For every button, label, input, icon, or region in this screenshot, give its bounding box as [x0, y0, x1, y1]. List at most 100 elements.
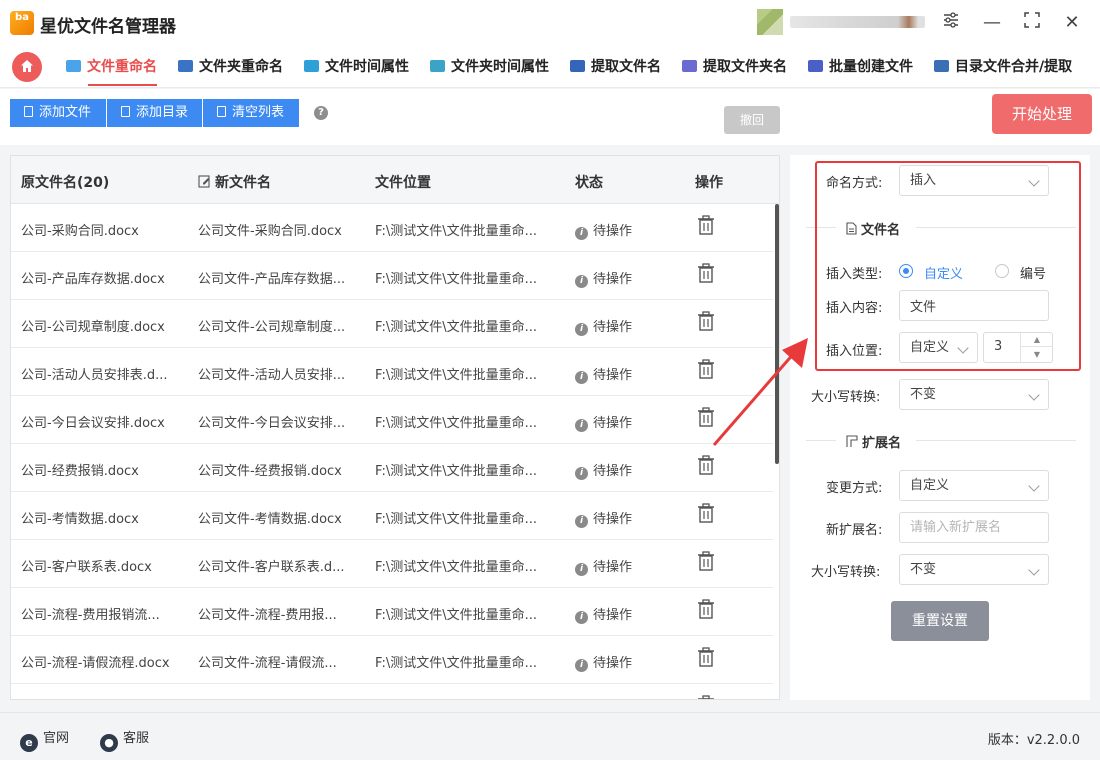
- edit-icon: [198, 175, 210, 188]
- delete-row-icon[interactable]: [697, 263, 715, 283]
- original-name-cell: 公司-流程-请假流程.docx: [21, 656, 170, 671]
- file-icon: [24, 106, 33, 117]
- website-link[interactable]: e 官网: [20, 727, 69, 752]
- clear-list-button[interactable]: 清空列表: [203, 99, 299, 127]
- change-mode-select[interactable]: 自定义: [899, 470, 1049, 501]
- table-row[interactable]: 公司-经费报销.docx 公司文件-经费报销.docx F:\测试文件\文件批量重命…: [11, 444, 773, 492]
- delete-row-icon[interactable]: [697, 695, 715, 699]
- info-icon: i: [575, 419, 588, 432]
- insert-content-input[interactable]: [899, 290, 1049, 321]
- support-link[interactable]: ● 客服: [100, 727, 149, 752]
- trash-icon: [217, 106, 226, 117]
- new-extension-input[interactable]: [899, 512, 1049, 543]
- chevron-down-icon: [957, 342, 969, 354]
- original-name-cell: 公司-今日会议安排.docx: [21, 416, 165, 431]
- case-convert-select[interactable]: 不变: [899, 379, 1049, 410]
- extension-section-title: 扩展名: [846, 432, 901, 451]
- info-icon: i: [575, 227, 588, 240]
- reset-settings-button[interactable]: 重置设置: [891, 601, 989, 641]
- footer: e 官网 ● 客服 版本：v2.2.0.0: [0, 712, 1100, 760]
- col-operation: 操作: [695, 175, 723, 191]
- app-logo-icon: ba: [10, 11, 34, 35]
- insert-type-custom-label[interactable]: 自定义: [924, 263, 963, 282]
- add-directory-button[interactable]: 添加目录: [107, 99, 202, 127]
- case-convert-label: 大小写转换:: [811, 390, 881, 405]
- title-bar: ba 星优文件名管理器 — ✕: [0, 0, 1100, 46]
- new-extension-label: 新扩展名:: [826, 523, 883, 538]
- naming-mode-select[interactable]: 插入: [899, 165, 1049, 196]
- stepper-down-icon[interactable]: ▼: [1021, 348, 1053, 362]
- tab-folder-rename[interactable]: 文件夹重命名: [178, 56, 283, 80]
- info-icon: i: [575, 611, 588, 624]
- extension-icon: [846, 435, 858, 447]
- location-cell: F:\测试文件\文件批量重命...: [375, 368, 538, 383]
- home-button[interactable]: [12, 52, 42, 82]
- divider: [806, 227, 836, 228]
- start-processing-button[interactable]: 开始处理: [992, 94, 1092, 134]
- info-icon: i: [575, 275, 588, 288]
- status-cell: i 待操作: [575, 316, 675, 336]
- table-row[interactable]: 公司-采购合同.docx 公司文件-采购合同.docx F:\测试文件\文件批量重命…: [11, 204, 773, 252]
- insert-position-select[interactable]: 自定义: [899, 332, 978, 363]
- tab-file-rename[interactable]: 文件重命名: [66, 56, 157, 86]
- col-location: 文件位置: [375, 175, 431, 191]
- table-row[interactable]: 公司-流程-请假流程.docx 公司文件-流程-请假流... F:\测试文件\文件批…: [11, 636, 773, 684]
- nav-bar: 文件重命名 文件夹重命名 文件时间属性 文件夹时间属性 提取文件名 提取文件夹名…: [0, 46, 1100, 88]
- tab-extract-filename[interactable]: 提取文件名: [570, 56, 661, 80]
- location-cell: F:\测试文件\文件批量重命...: [375, 560, 538, 575]
- tab-batch-create[interactable]: 批量创建文件: [808, 56, 913, 80]
- divider: [916, 227, 1076, 228]
- table-row[interactable]: 公司-产品库存数据.docx 公司文件-产品库存数据... F:\测试文件\文件批量…: [11, 252, 773, 300]
- insert-position-number: 3: [994, 339, 1003, 354]
- table-row[interactable]: 公司-流程-费用报销流... 公司文件-流程-费用报... F:\测试文件\文件批量…: [11, 588, 773, 636]
- tab-file-time[interactable]: 文件时间属性: [304, 56, 409, 80]
- new-name-cell: 公司文件-公司规章制度...: [198, 320, 346, 335]
- toolbar: 添加文件 添加目录 清空列表 ? 撤回 开始处理: [0, 89, 1100, 145]
- delete-row-icon[interactable]: [697, 599, 715, 619]
- settings-icon[interactable]: [938, 10, 964, 36]
- delete-row-icon[interactable]: [697, 215, 715, 235]
- file-time-icon: [304, 60, 319, 72]
- new-name-cell: 公司文件-今日会议安排...: [198, 416, 346, 431]
- info-icon: i: [575, 659, 588, 672]
- help-icon[interactable]: ?: [314, 106, 328, 120]
- filename-section-title: 文件名: [846, 219, 900, 238]
- location-cell: F:\测试文件\文件批量重命...: [375, 608, 538, 623]
- table-row[interactable]: 公司-公司规章制度.docx 公司文件-公司规章制度... F:\测试文件\文件批量…: [11, 300, 773, 348]
- ext-case-convert-select[interactable]: 不变: [899, 554, 1049, 585]
- insert-type-number-radio[interactable]: [995, 264, 1009, 278]
- version-text: 版本：v2.2.0.0: [987, 733, 1080, 748]
- folder-icon: [121, 106, 130, 117]
- user-avatar[interactable]: [757, 9, 783, 35]
- table-row[interactable]: 公司-客户联系表.docx 公司文件-客户联系表.d... F:\测试文件\文件批量…: [11, 540, 773, 588]
- stepper-up-icon[interactable]: ▲: [1021, 333, 1053, 347]
- maximize-button[interactable]: [1019, 10, 1045, 36]
- table-row[interactable]: 公司-考情数据.docx 公司文件-考情数据.docx F:\测试文件\文件批量重命…: [11, 492, 773, 540]
- table-row[interactable]: 公司-活动人员安排表.d... 公司文件-活动人员安排... F:\测试文件\文件批…: [11, 348, 773, 396]
- minimize-button[interactable]: —: [979, 10, 1005, 36]
- insert-type-custom-radio[interactable]: [899, 264, 913, 278]
- tab-dir-merge[interactable]: 目录文件合并/提取: [934, 56, 1072, 80]
- divider: [916, 440, 1076, 441]
- delete-row-icon[interactable]: [697, 311, 715, 331]
- location-cell: F:\测试文件\文件批量重命...: [375, 320, 538, 335]
- add-file-button[interactable]: 添加文件: [10, 99, 106, 127]
- col-original-name: 原文件名(20): [21, 175, 110, 191]
- insert-position-stepper[interactable]: 3 ▲ ▼: [983, 332, 1053, 363]
- status-cell: i 待操作: [575, 412, 675, 432]
- tab-extract-foldername[interactable]: 提取文件夹名: [682, 56, 787, 80]
- table-row[interactable]: [11, 684, 773, 699]
- table-header: 原文件名(20) 新文件名 文件位置 状态 操作: [11, 156, 779, 204]
- tab-folder-time[interactable]: 文件夹时间属性: [430, 56, 549, 80]
- close-button[interactable]: ✕: [1059, 10, 1085, 36]
- insert-content-label: 插入内容:: [826, 301, 883, 316]
- insert-type-number-label[interactable]: 编号: [1020, 263, 1046, 282]
- undo-button[interactable]: 撤回: [724, 106, 780, 134]
- info-icon: i: [575, 323, 588, 336]
- location-cell: F:\测试文件\文件批量重命...: [375, 224, 538, 239]
- delete-row-icon[interactable]: [697, 503, 715, 523]
- table-row[interactable]: 公司-今日会议安排.docx 公司文件-今日会议安排... F:\测试文件\文件批量…: [11, 396, 773, 444]
- chevron-down-icon: [1028, 564, 1040, 576]
- delete-row-icon[interactable]: [697, 551, 715, 571]
- delete-row-icon[interactable]: [697, 647, 715, 667]
